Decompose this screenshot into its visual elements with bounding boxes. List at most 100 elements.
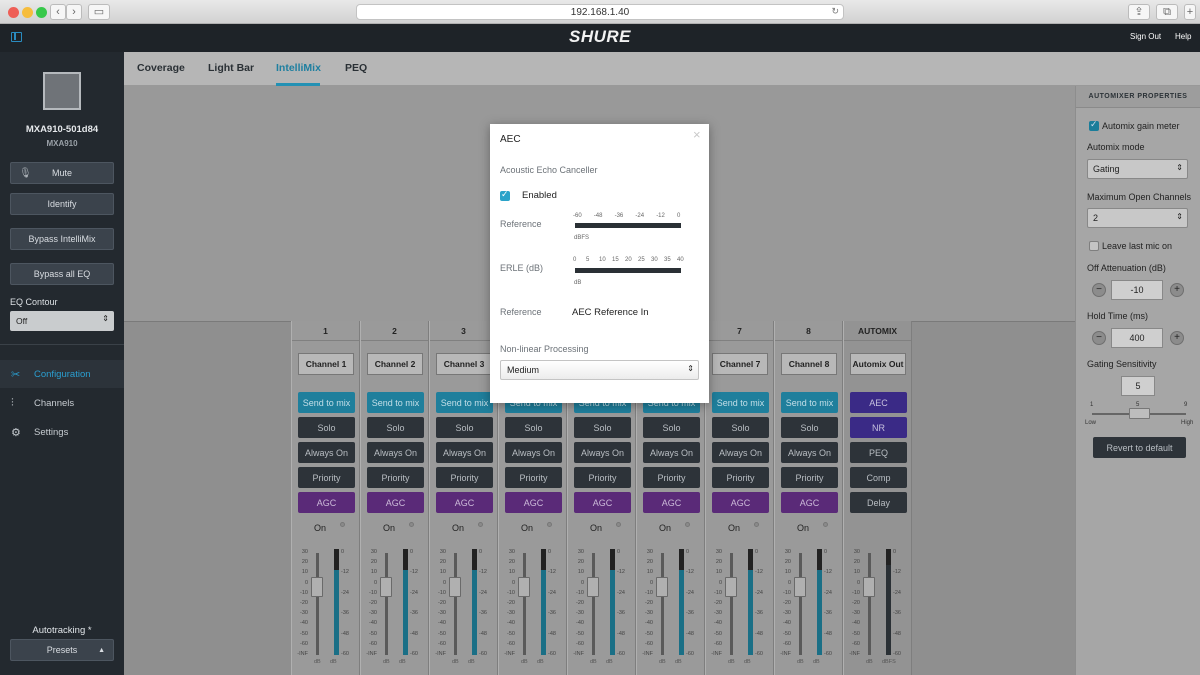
send-to-mix-button[interactable]: Send to mix [298,392,355,413]
sign-out-link[interactable]: Sign Out [1130,32,1161,41]
gating-sensitivity-input[interactable]: 5 [1121,376,1155,396]
revert-to-default-button[interactable]: Revert to default [1093,437,1186,458]
agc-button[interactable]: AGC [781,492,838,513]
agc-button[interactable]: AGC [298,492,355,513]
always-on-button[interactable]: Always On [712,442,769,463]
fader-track[interactable] [592,553,595,655]
solo-button[interactable]: Solo [712,417,769,438]
bypass-intellimix-button[interactable]: Bypass IntelliMix [10,228,114,250]
fader-track[interactable] [730,553,733,655]
solo-button[interactable]: Solo [505,417,562,438]
off-attenuation-input[interactable]: -10 [1111,280,1163,300]
tab-light-bar[interactable]: Light Bar [208,62,254,74]
always-on-button[interactable]: Always On [298,442,355,463]
back-icon[interactable]: ‹ [50,4,66,20]
nlp-select[interactable]: Medium ⇕ [500,360,699,380]
hold-time-input[interactable]: 400 [1111,328,1163,348]
mute-button[interactable]: 🎙 Mute [10,162,114,184]
leave-last-mic-checkbox[interactable] [1089,241,1099,251]
fader-track[interactable] [868,553,871,655]
fader-handle[interactable] [587,577,599,597]
fader-track[interactable] [523,553,526,655]
close-window-icon[interactable] [8,7,19,18]
address-bar[interactable]: 192.168.1.40 ↻ [356,4,844,20]
always-on-button[interactable]: Always On [781,442,838,463]
channel-name[interactable]: Channel 2 [367,353,423,375]
solo-button[interactable]: Solo [781,417,838,438]
sidebar-toggle-icon[interactable]: ▭ [88,4,110,20]
tab-peq[interactable]: PEQ [345,62,367,74]
share-icon[interactable]: ⇪ [1128,4,1150,20]
tab-coverage[interactable]: Coverage [137,62,185,74]
tabs-overview-icon[interactable]: ⧉ [1156,4,1178,20]
priority-button[interactable]: Priority [643,467,700,488]
aec-button[interactable]: AEC [850,392,907,413]
nav-settings[interactable]: ⚙ Settings [0,418,124,446]
solo-button[interactable]: Solo [643,417,700,438]
delay-button[interactable]: Delay [850,492,907,513]
automix-mode-select[interactable]: Gating ⇕ [1087,159,1188,179]
bypass-all-eq-button[interactable]: Bypass all EQ [10,263,114,285]
priority-button[interactable]: Priority [781,467,838,488]
send-to-mix-button[interactable]: Send to mix [781,392,838,413]
max-open-channels-select[interactable]: 2 ⇕ [1087,208,1188,228]
always-on-button[interactable]: Always On [436,442,493,463]
priority-button[interactable]: Priority [505,467,562,488]
solo-button[interactable]: Solo [367,417,424,438]
fader-handle[interactable] [380,577,392,597]
always-on-button[interactable]: Always On [367,442,424,463]
priority-button[interactable]: Priority [436,467,493,488]
nav-configuration[interactable]: ✂ Configuration [0,360,124,388]
help-link[interactable]: Help [1175,32,1191,41]
fader-handle[interactable] [725,577,737,597]
zoom-window-icon[interactable] [36,7,47,18]
send-to-mix-button[interactable]: Send to mix [436,392,493,413]
plus-icon[interactable]: + [1170,331,1184,345]
fader-handle[interactable] [518,577,530,597]
fader-track[interactable] [454,553,457,655]
always-on-button[interactable]: Always On [574,442,631,463]
agc-button[interactable]: AGC [505,492,562,513]
panel-toggle-icon[interactable] [11,32,22,42]
priority-button[interactable]: Priority [298,467,355,488]
fader-track[interactable] [799,553,802,655]
identify-button[interactable]: Identify [10,193,114,215]
fader-track[interactable] [316,553,319,655]
priority-button[interactable]: Priority [574,467,631,488]
agc-button[interactable]: AGC [643,492,700,513]
always-on-button[interactable]: Always On [505,442,562,463]
agc-button[interactable]: AGC [712,492,769,513]
plus-icon[interactable]: + [1170,283,1184,297]
automix-out-name[interactable]: Automix Out [850,353,906,375]
agc-button[interactable]: AGC [574,492,631,513]
send-to-mix-button[interactable]: Send to mix [712,392,769,413]
eq-contour-select[interactable]: Off ⇕ [10,311,114,331]
channel-name[interactable]: Channel 1 [298,353,354,375]
always-on-button[interactable]: Always On [643,442,700,463]
close-icon[interactable]: × [693,127,701,142]
channel-name[interactable]: Channel 8 [781,353,837,375]
new-tab-icon[interactable]: + [1184,4,1196,20]
solo-button[interactable]: Solo [436,417,493,438]
presets-button[interactable]: Presets ▲ [10,639,114,661]
fader-track[interactable] [385,553,388,655]
send-to-mix-button[interactable]: Send to mix [367,392,424,413]
nav-channels[interactable]: ⫶ Channels [0,389,124,417]
minus-icon[interactable]: − [1092,283,1106,297]
fader-handle[interactable] [863,577,875,597]
agc-button[interactable]: AGC [367,492,424,513]
agc-button[interactable]: AGC [436,492,493,513]
fader-handle[interactable] [449,577,461,597]
channel-name[interactable]: Channel 7 [712,353,768,375]
reload-icon[interactable]: ↻ [831,6,839,17]
fader-track[interactable] [661,553,664,655]
gating-slider-handle[interactable] [1129,408,1150,419]
solo-button[interactable]: Solo [298,417,355,438]
minus-icon[interactable]: − [1092,331,1106,345]
minimize-window-icon[interactable] [22,7,33,18]
automix-gain-meter-checkbox[interactable]: ✓ [1089,119,1099,131]
peq-button[interactable]: PEQ [850,442,907,463]
priority-button[interactable]: Priority [367,467,424,488]
fader-handle[interactable] [794,577,806,597]
fader-handle[interactable] [656,577,668,597]
